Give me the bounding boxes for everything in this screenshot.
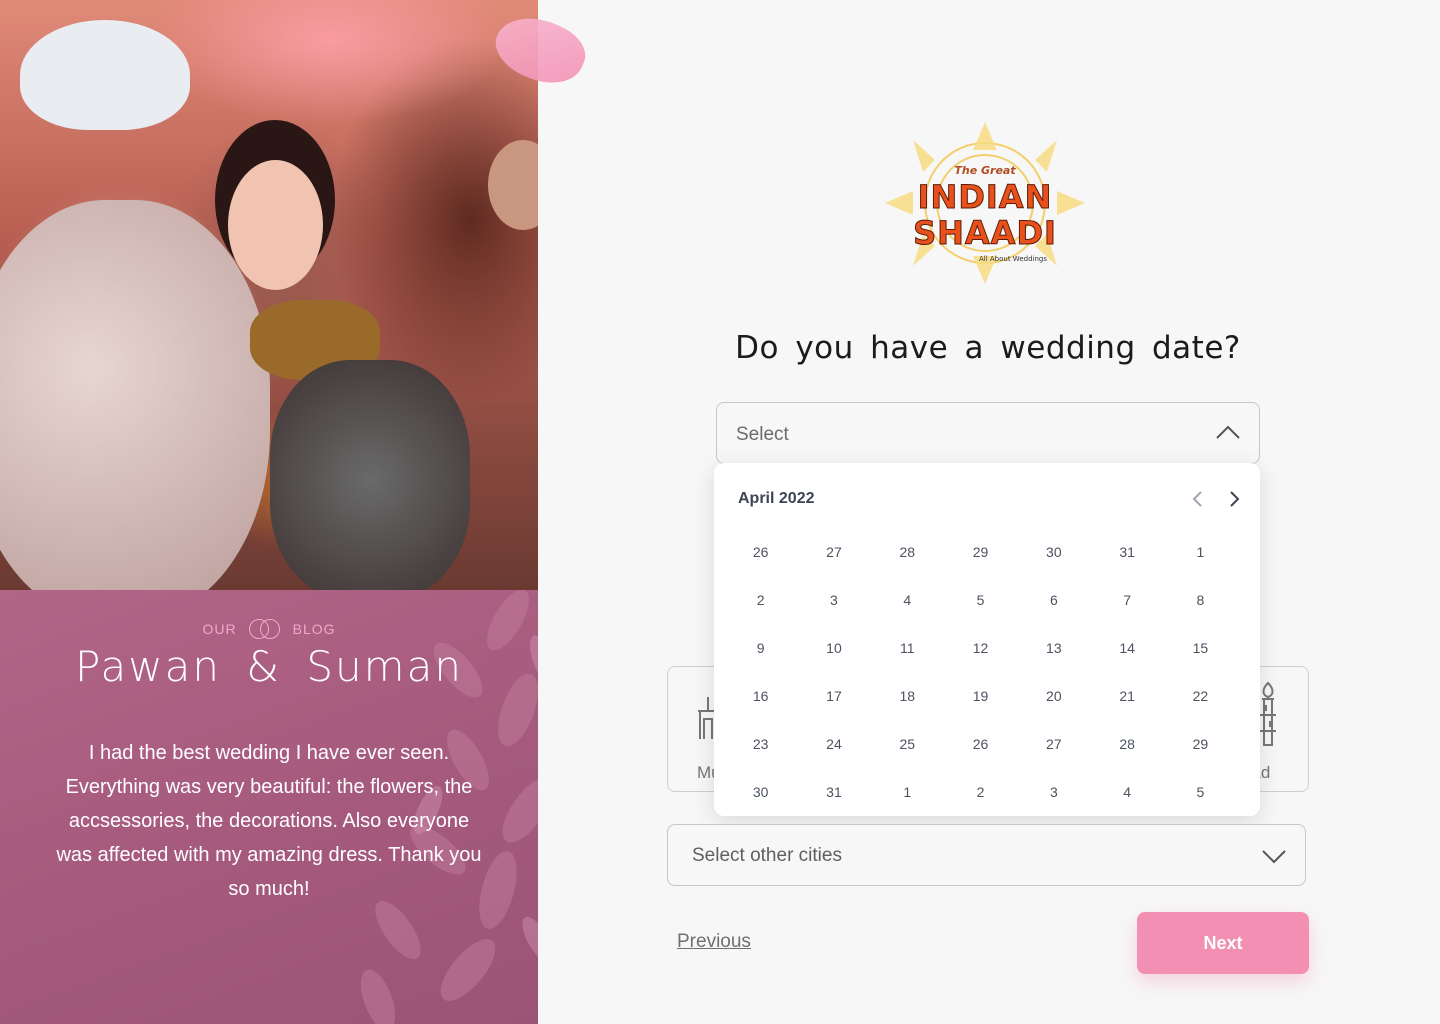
- date-picker-calendar: April 2022 26 27 28 29 30 31 1 2 3 4 5 6 7 8 9 10 11 12 13…: [714, 463, 1260, 816]
- calendar-day[interactable]: 22: [1164, 672, 1237, 720]
- calendar-day[interactable]: 11: [871, 624, 944, 672]
- wedding-date-select[interactable]: Select: [716, 402, 1260, 464]
- calendar-day[interactable]: 16: [724, 672, 797, 720]
- calendar-day[interactable]: 31: [1090, 528, 1163, 576]
- rings-icon: [248, 618, 281, 640]
- calendar-month-label: April 2022: [738, 490, 815, 507]
- chevron-down-icon[interactable]: [1261, 846, 1287, 866]
- blog-label-our: OUR: [202, 621, 237, 637]
- calendar-day[interactable]: 12: [944, 624, 1017, 672]
- calendar-day[interactable]: 21: [1090, 672, 1163, 720]
- calendar-day[interactable]: 28: [871, 528, 944, 576]
- calendar-day[interactable]: 24: [797, 720, 870, 768]
- other-cities-placeholder: Select other cities: [692, 845, 842, 866]
- calendar-day[interactable]: 28: [1090, 720, 1163, 768]
- calendar-day[interactable]: 14: [1090, 624, 1163, 672]
- left-panel: OUR BLOG Pawan & Suman I had the best we…: [0, 0, 538, 1024]
- calendar-day[interactable]: 10: [797, 624, 870, 672]
- calendar-day[interactable]: 27: [1017, 720, 1090, 768]
- calendar-day[interactable]: 9: [724, 624, 797, 672]
- calendar-day[interactable]: 29: [944, 528, 1017, 576]
- blog-label-blog: BLOG: [292, 621, 336, 637]
- calendar-day[interactable]: 29: [1164, 720, 1237, 768]
- calendar-day[interactable]: 26: [944, 720, 1017, 768]
- calendar-day[interactable]: 1: [871, 768, 944, 816]
- chevron-up-icon[interactable]: [1215, 423, 1241, 443]
- blog-header: OUR BLOG: [0, 618, 538, 640]
- wedding-date-placeholder: Select: [736, 424, 789, 445]
- logo-line2: INDIAN: [917, 178, 1053, 217]
- calendar-day[interactable]: 30: [724, 768, 797, 816]
- calendar-day[interactable]: 17: [797, 672, 870, 720]
- calendar-day[interactable]: 3: [797, 576, 870, 624]
- logo: The Great INDIAN SHAADI All About Weddin…: [883, 120, 1087, 286]
- logo-tagline: All About Weddings: [978, 255, 1047, 263]
- calendar-day[interactable]: 25: [871, 720, 944, 768]
- calendar-day[interactable]: 5: [944, 576, 1017, 624]
- calendar-day[interactable]: 4: [871, 576, 944, 624]
- calendar-day[interactable]: 23: [724, 720, 797, 768]
- calendar-day[interactable]: 1: [1164, 528, 1237, 576]
- wedding-photo: [0, 0, 538, 590]
- calendar-day[interactable]: 2: [944, 768, 1017, 816]
- testimonial-text: I had the best wedding I have ever seen.…: [56, 742, 482, 900]
- calendar-day[interactable]: 7: [1090, 576, 1163, 624]
- chevron-right-icon[interactable]: [1224, 489, 1244, 509]
- calendar-day[interactable]: 3: [1017, 768, 1090, 816]
- blog-testimonial-card: OUR BLOG Pawan & Suman I had the best we…: [0, 590, 538, 1024]
- page-question: Do you have a wedding date?: [735, 330, 1241, 366]
- calendar-day[interactable]: 2: [724, 576, 797, 624]
- calendar-day[interactable]: 13: [1017, 624, 1090, 672]
- next-button[interactable]: Next: [1137, 912, 1309, 974]
- logo-line1: The Great: [954, 164, 1016, 177]
- calendar-day[interactable]: 18: [871, 672, 944, 720]
- calendar-day[interactable]: 4: [1090, 768, 1163, 816]
- calendar-day[interactable]: 26: [724, 528, 797, 576]
- couple-name: Pawan & Suman: [75, 642, 463, 691]
- calendar-day[interactable]: 6: [1017, 576, 1090, 624]
- calendar-days-grid: 26 27 28 29 30 31 1 2 3 4 5 6 7 8 9 10 11 12 13 14 15 16 17 18 1…: [724, 528, 1237, 816]
- calendar-day[interactable]: 31: [797, 768, 870, 816]
- calendar-day[interactable]: 15: [1164, 624, 1237, 672]
- calendar-day[interactable]: 19: [944, 672, 1017, 720]
- previous-link[interactable]: Previous: [677, 931, 751, 953]
- calendar-day[interactable]: 27: [797, 528, 870, 576]
- calendar-day[interactable]: 20: [1017, 672, 1090, 720]
- calendar-day[interactable]: 8: [1164, 576, 1237, 624]
- calendar-day[interactable]: 5: [1164, 768, 1237, 816]
- chevron-left-icon[interactable]: [1188, 489, 1208, 509]
- other-cities-select[interactable]: Select other cities: [667, 824, 1306, 886]
- calendar-day[interactable]: 30: [1017, 528, 1090, 576]
- logo-line3: SHAADI: [913, 214, 1057, 253]
